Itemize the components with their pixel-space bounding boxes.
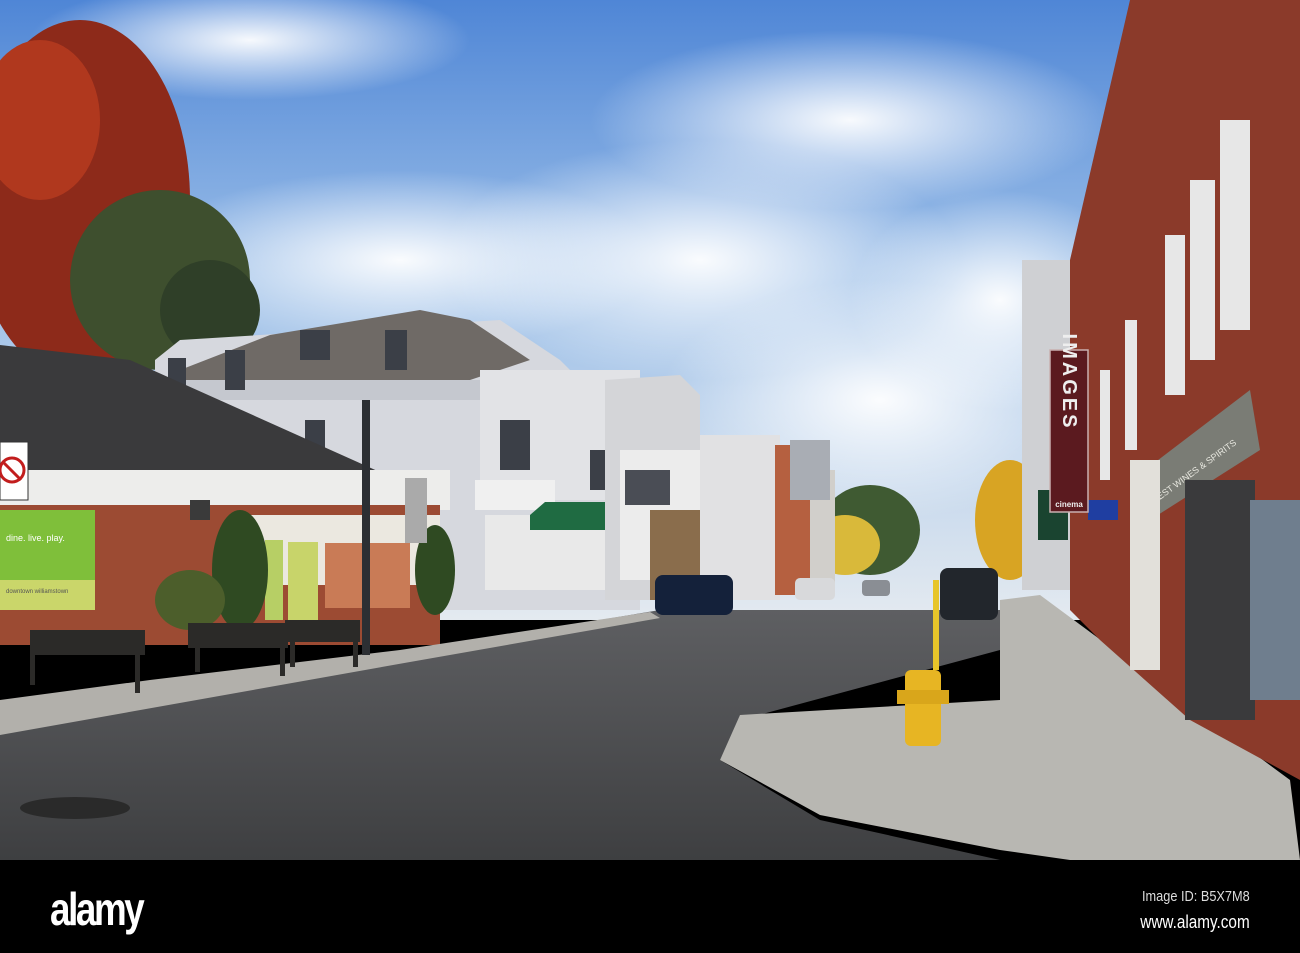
lamp-post — [362, 400, 370, 655]
website-link: www.alamy.com — [1140, 912, 1250, 932]
street-photo: dine. live. play. downtown williamstown — [0, 0, 1300, 953]
alamy-logo: alamy — [50, 883, 145, 935]
street-scene: dine. live. play. downtown williamstown — [0, 0, 1300, 860]
cinema-sign-subtitle: cinema — [1055, 500, 1083, 509]
cinema-sign: IMAGES cinema — [1049, 334, 1089, 513]
image-id: Image ID: B5X7M8 — [1142, 888, 1250, 905]
banner-caption: downtown williamstown — [6, 589, 68, 595]
street-sign — [405, 478, 427, 543]
no-right-turn-sign — [0, 441, 29, 501]
manhole — [20, 797, 130, 819]
watermark-bar: alamy Image ID: B5X7M8 www.alamy.com — [0, 862, 1300, 953]
cinema-sign-title: IMAGES — [1058, 334, 1080, 431]
banner-text: dine. live. play. — [6, 533, 65, 543]
